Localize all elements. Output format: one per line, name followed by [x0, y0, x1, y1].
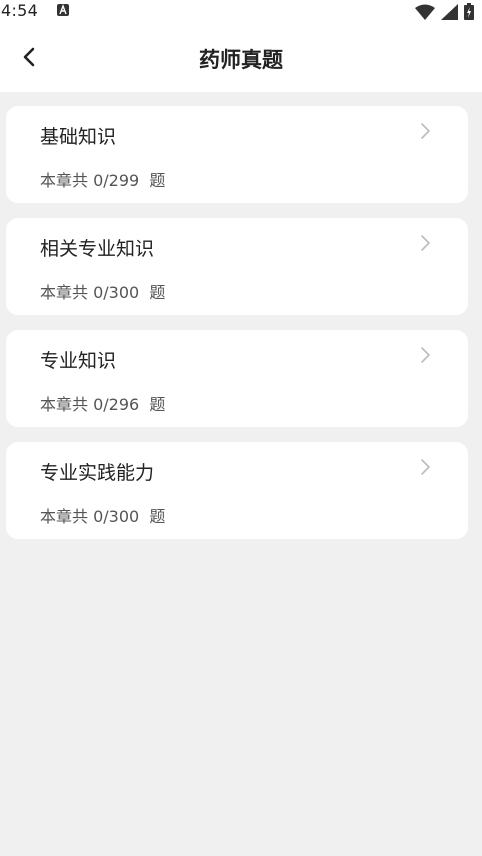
chapter-title: 专业知识: [40, 350, 117, 372]
chapter-progress: 本章共 0/300 题: [40, 507, 166, 526]
chapter-progress: 本章共 0/296 题: [40, 395, 166, 414]
chapter-card[interactable]: 专业实践能力 本章共 0/300 题: [6, 442, 468, 539]
chapter-progress: 本章共 0/299 题: [40, 171, 166, 190]
wifi-icon: [415, 4, 435, 20]
battery-charging-icon: [464, 3, 474, 20]
chapter-card[interactable]: 相关专业知识 本章共 0/300 题: [6, 218, 468, 315]
app-header: 药师真题: [0, 24, 482, 92]
status-icons: [415, 3, 474, 20]
chapter-title: 专业实践能力: [40, 462, 155, 484]
chapter-list: 基础知识 本章共 0/299 题 相关专业知识 本章共 0/300 题 专业知识…: [6, 106, 468, 554]
chapter-title: 基础知识: [40, 126, 117, 148]
chapter-progress: 本章共 0/300 题: [40, 283, 166, 302]
notification-a-icon: [57, 4, 69, 16]
chapter-card[interactable]: 专业知识 本章共 0/296 题: [6, 330, 468, 427]
status-time: 4:54: [1, 1, 39, 20]
chapter-card[interactable]: 基础知识 本章共 0/299 题: [6, 106, 468, 203]
status-bar: 4:54: [0, 0, 482, 24]
signal-icon: [441, 3, 458, 20]
chevron-right-icon: [420, 234, 432, 252]
chevron-right-icon: [420, 346, 432, 364]
chevron-right-icon: [420, 122, 432, 140]
chapter-title: 相关专业知识: [40, 238, 155, 260]
chevron-right-icon: [420, 458, 432, 476]
page-title: 药师真题: [199, 48, 283, 72]
